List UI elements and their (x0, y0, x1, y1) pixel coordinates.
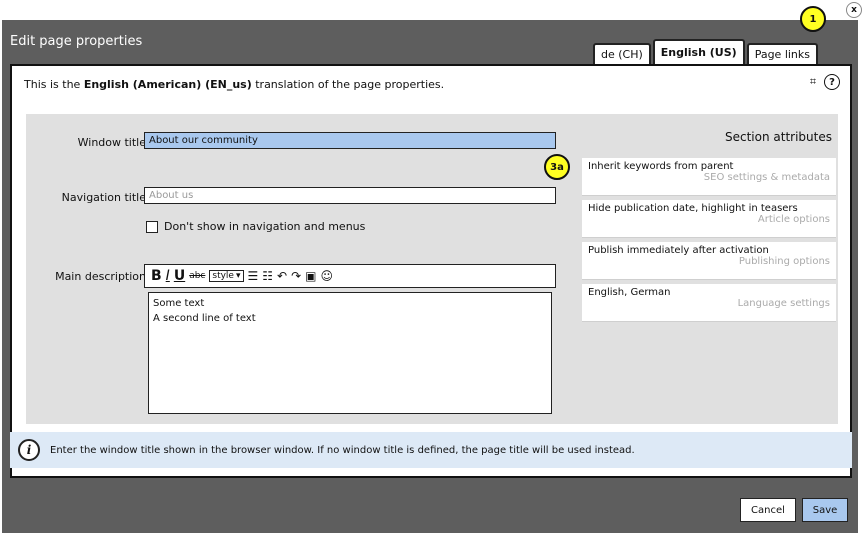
section-item-main: Publish immediately after activation (588, 245, 769, 256)
tab-english-us[interactable]: English (US) (652, 39, 745, 64)
section-item-sub: SEO settings & metadata (703, 172, 830, 183)
editor-line: Some text (153, 298, 205, 309)
close-icon[interactable]: x (846, 2, 862, 18)
style-dropdown[interactable]: style ▾ (209, 270, 244, 282)
section-item-main: English, German (588, 287, 671, 298)
editor-line: A second line of text (153, 313, 256, 324)
navigation-title-label: Navigation title (61, 191, 146, 204)
chevron-down-icon: ▾ (235, 271, 241, 281)
section-item-language[interactable]: English, German Language settings (582, 284, 836, 322)
cancel-button[interactable]: Cancel (740, 498, 796, 522)
section-item-sub: Language settings (737, 298, 830, 309)
tab-page-links[interactable]: Page links (746, 43, 818, 64)
help-icon[interactable]: ? (824, 74, 840, 90)
section-item-sub: Publishing options (738, 256, 830, 267)
hide-nav-checkbox[interactable]: Don't show in navigation and menus (146, 220, 365, 233)
bold-icon[interactable]: B (151, 268, 162, 284)
section-item-main: Inherit keywords from parent (588, 161, 734, 172)
italic-icon[interactable]: I (166, 268, 170, 284)
section-item-seo[interactable]: Inherit keywords from parent SEO setting… (582, 158, 836, 196)
callout-3a: 3a (544, 154, 570, 180)
callout-1: 1 (800, 6, 826, 32)
emoji-icon[interactable]: ☺ (321, 269, 334, 283)
tab-content: This is the English (American) (EN_us) t… (10, 64, 852, 478)
redo-icon[interactable]: ↷ (291, 269, 301, 283)
strikethrough-icon[interactable]: abc (189, 271, 205, 281)
rich-text-editor: B I U abc style ▾ ☰ ☷ ↶ ↷ ▣ ☺ Some text A… (144, 264, 556, 416)
bullet-list-icon[interactable]: ☰ (248, 269, 259, 283)
dialog-title: Edit page properties (10, 34, 143, 49)
form-panel: Window title About our community Navigat… (26, 114, 838, 424)
hide-nav-label: Don't show in navigation and menus (164, 220, 366, 233)
section-item-publishing[interactable]: Publish immediately after activation Pub… (582, 242, 836, 280)
intro-text: This is the English (American) (EN_us) t… (24, 78, 445, 91)
navigation-title-input[interactable]: About us (144, 187, 556, 204)
window-title-label: Window title (77, 136, 146, 149)
fullscreen-icon[interactable]: ⌗ (806, 75, 820, 89)
section-attributes-heading: Section attributes (725, 130, 832, 144)
section-item-main: Hide publication date, highlight in teas… (588, 203, 798, 214)
info-icon: i (18, 439, 40, 461)
main-description-label: Main description (55, 270, 146, 283)
tab-de-ch[interactable]: de (CH) (593, 43, 651, 64)
info-bar: i Enter the window title shown in the br… (10, 432, 852, 468)
underline-icon[interactable]: U (174, 268, 185, 284)
numbered-list-icon[interactable]: ☷ (262, 269, 273, 283)
image-icon[interactable]: ▣ (305, 269, 316, 283)
section-item-sub: Article options (757, 214, 830, 225)
save-button[interactable]: Save (802, 498, 848, 522)
section-item-article-options[interactable]: Hide publication date, highlight in teas… (582, 200, 836, 238)
info-text: Enter the window title shown in the brow… (50, 444, 635, 456)
language-tabs: de (CH) English (US) Page links (591, 39, 818, 64)
tools: ⌗ ? (806, 74, 840, 90)
editor-toolbar: B I U abc style ▾ ☰ ☷ ↶ ↷ ▣ ☺ (144, 264, 556, 288)
window-title-input[interactable]: About our community (144, 132, 556, 149)
checkbox-icon[interactable] (146, 220, 158, 233)
undo-icon[interactable]: ↶ (277, 269, 287, 283)
edit-page-properties-dialog: Edit page properties de (CH) English (US… (2, 20, 858, 533)
editor-body[interactable]: Some text A second line of text (148, 292, 552, 414)
